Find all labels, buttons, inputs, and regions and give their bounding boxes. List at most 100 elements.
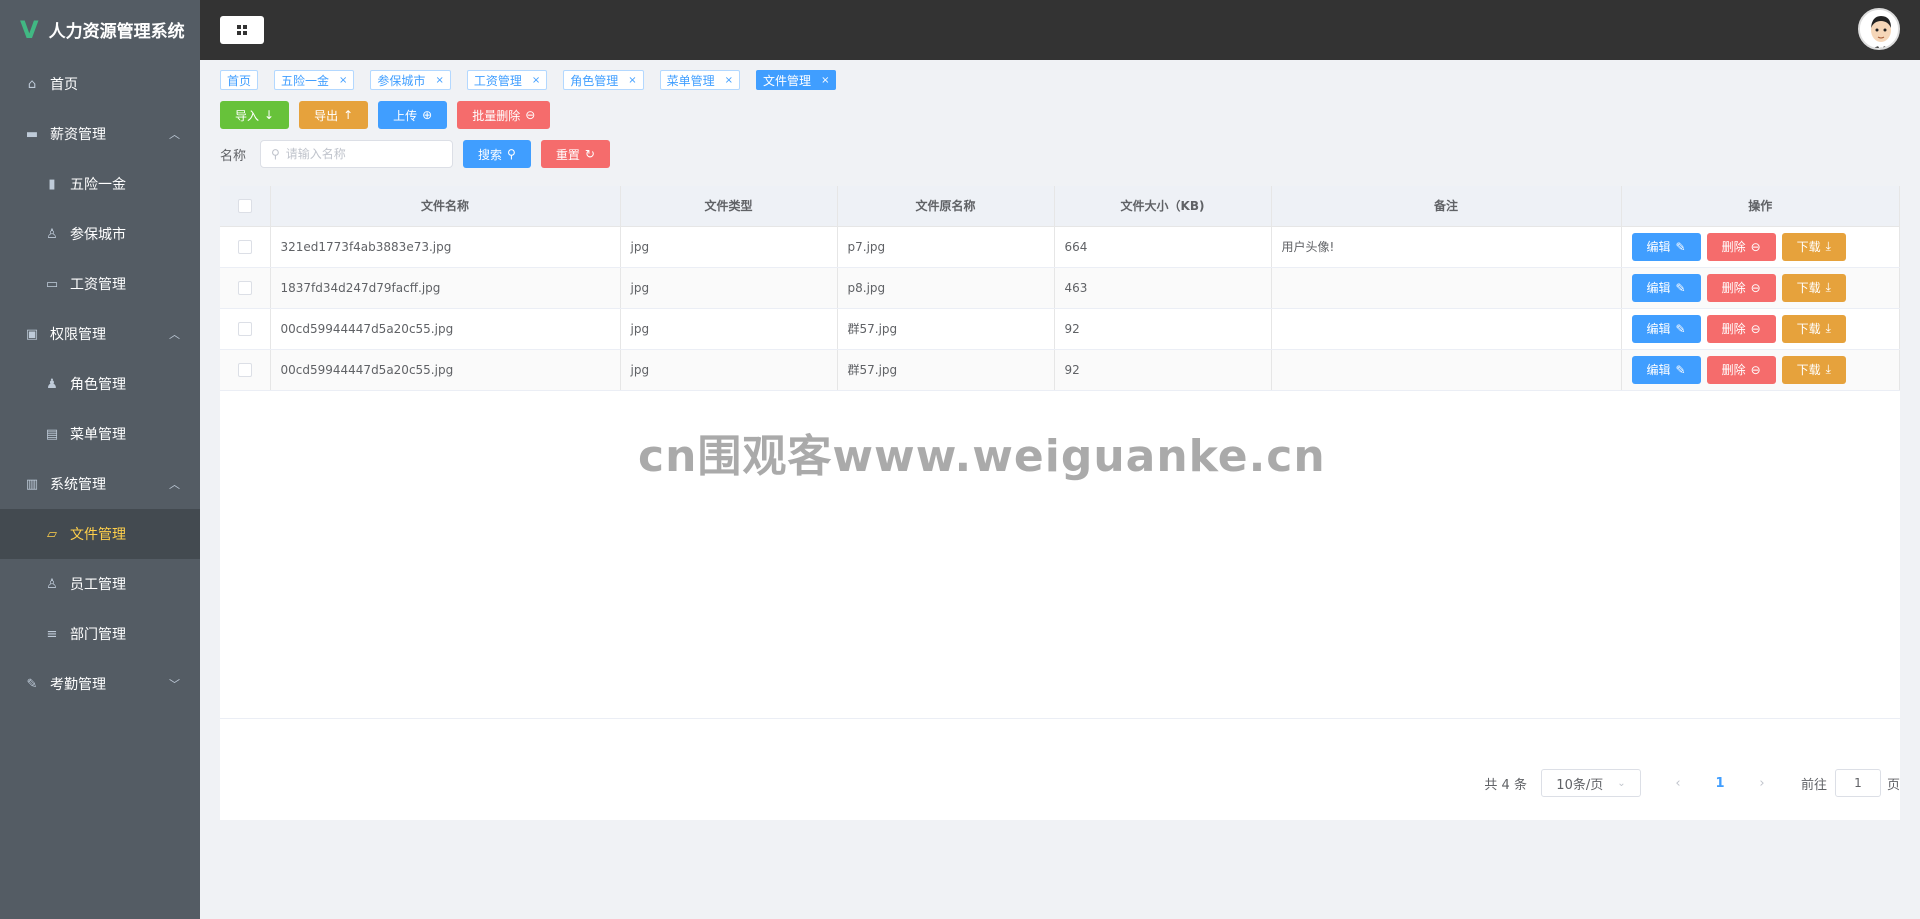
circle-plus-icon: ⊕: [422, 108, 433, 122]
sidebar-item[interactable]: ▱ 文件管理: [0, 509, 200, 559]
column-header: 备注: [1271, 186, 1622, 227]
file-size-cell: 463: [1054, 267, 1272, 309]
file-type-cell: jpg: [620, 308, 838, 350]
sidebar-item-label: 文件管理: [70, 527, 126, 543]
close-icon[interactable]: ×: [532, 75, 540, 86]
column-header: 文件类型: [620, 186, 838, 227]
edit-label: 编辑: [1646, 281, 1671, 295]
delete-label: 删除: [1721, 281, 1746, 295]
delete-button[interactable]: 删除 ⊖: [1706, 314, 1776, 343]
sidebar-item[interactable]: ♙ 员工管理: [0, 559, 200, 609]
pagination: 共 4 条 10条/页 ⌄ ‹ 1 › 前往 页: [1484, 769, 1900, 797]
close-icon[interactable]: ×: [435, 75, 443, 86]
import-button[interactable]: 导入 ↓: [220, 101, 290, 129]
remove-outline-icon: ⊖: [525, 108, 536, 122]
batch-delete-label: 批量删除: [472, 108, 521, 123]
home-icon: ⌂: [27, 76, 37, 92]
delete-button[interactable]: 删除 ⊖: [1706, 355, 1776, 384]
edit-button[interactable]: 编辑 ✎: [1631, 355, 1701, 384]
original-name-cell: 群57.jpg: [837, 308, 1055, 350]
sidebar-item[interactable]: ▤ 菜单管理: [0, 409, 200, 459]
sidebar-item[interactable]: ▮ 五险一金: [0, 159, 200, 209]
wallet-icon: ▬: [25, 126, 39, 142]
close-icon[interactable]: ×: [339, 75, 347, 86]
edit-icon: ✎: [1675, 280, 1686, 295]
close-icon[interactable]: ×: [628, 75, 636, 86]
tag-item[interactable]: 菜单管理 ×: [659, 70, 741, 90]
tag-item[interactable]: 五险一金 ×: [274, 70, 355, 90]
name-search-input[interactable]: [285, 147, 436, 161]
file-size-cell: 92: [1054, 349, 1272, 391]
sidebar-item[interactable]: ▬ 薪资管理 ︿: [0, 109, 200, 159]
row-select-cell[interactable]: [220, 349, 271, 391]
row-select-cell[interactable]: [220, 308, 271, 350]
row-checkbox[interactable]: [237, 321, 252, 336]
sidebar-item-label: 权限管理: [50, 327, 106, 343]
page-size-select[interactable]: 10条/页 ⌄: [1540, 769, 1641, 797]
sidebar-item-label: 工资管理: [70, 277, 126, 293]
page-number[interactable]: 1: [1705, 776, 1735, 791]
main-content: 首页 五险一金 × 参保城市 × 工资管理 × 角色管理 × 菜单管理 × 文件管理 × 导入 ↓ 导出…: [200, 60, 1920, 919]
prev-page-button[interactable]: ‹: [1663, 776, 1693, 791]
download-button[interactable]: 下载 ⤓: [1781, 232, 1846, 261]
row-select-cell[interactable]: [220, 267, 271, 309]
sidebar-item[interactable]: ≡ 部门管理: [0, 609, 200, 659]
edit-label: 编辑: [1646, 240, 1671, 254]
row-checkbox[interactable]: [237, 239, 252, 254]
close-icon[interactable]: ×: [725, 75, 733, 86]
grid-icon: [237, 25, 247, 35]
delete-button[interactable]: 删除 ⊖: [1706, 273, 1776, 302]
tag-item[interactable]: 首页: [220, 70, 259, 90]
delete-button[interactable]: 删除 ⊖: [1706, 232, 1776, 261]
download-button[interactable]: 下载 ⤓: [1781, 273, 1846, 302]
next-page-button[interactable]: ›: [1747, 776, 1777, 791]
table-row: 321ed1773f4ab3883e73.jpg jpg p7.jpg 664 用户头像…: [220, 226, 1900, 268]
export-button[interactable]: 导出 ↑: [299, 101, 369, 129]
tag-item[interactable]: 参保城市 ×: [370, 70, 451, 90]
sidebar-item[interactable]: ✎ 考勤管理 ﹀: [0, 659, 200, 709]
row-checkbox[interactable]: [237, 280, 252, 295]
tag-item[interactable]: 工资管理 ×: [466, 70, 548, 90]
select-all-header[interactable]: [220, 186, 271, 227]
sidebar-item[interactable]: ▣ 权限管理 ︿: [0, 309, 200, 359]
reset-button[interactable]: 重置 ↻: [540, 140, 610, 168]
sidebar-item[interactable]: ♟ 角色管理: [0, 359, 200, 409]
row-select-cell[interactable]: [220, 226, 271, 268]
edit-button[interactable]: 编辑 ✎: [1631, 314, 1701, 343]
actions-cell: 编辑 ✎ 删除 ⊖ 下载 ⤓: [1621, 226, 1900, 268]
table-row: 00cd59944447d5a20c55.jpg jpg 群57.jpg 92 编辑 ✎ 删…: [220, 308, 1900, 350]
actions-cell: 编辑 ✎ 删除 ⊖ 下载 ⤓: [1621, 349, 1900, 391]
goto-page-input[interactable]: [1834, 769, 1881, 797]
chevron-down-icon: ⌄: [1617, 777, 1626, 789]
batch-delete-button[interactable]: 批量删除 ⊖: [457, 101, 551, 129]
edit-button[interactable]: 编辑 ✎: [1631, 273, 1701, 302]
tag-active[interactable]: 文件管理 ×: [756, 70, 837, 90]
edit-button[interactable]: 编辑 ✎: [1631, 232, 1701, 261]
download-button[interactable]: 下载 ⤓: [1781, 314, 1846, 343]
user-avatar[interactable]: [1858, 8, 1900, 50]
tag-label: 首页: [227, 73, 252, 88]
file-type-cell: jpg: [620, 349, 838, 391]
sidebar-item[interactable]: ▭ 工资管理: [0, 259, 200, 309]
download-icon: ⤓: [1825, 239, 1831, 253]
select-all-checkbox[interactable]: [237, 199, 252, 213]
sidebar-item[interactable]: ♙ 参保城市: [0, 209, 200, 259]
top-header: [200, 0, 1920, 60]
sidebar-item-label: 考勤管理: [50, 677, 106, 693]
tag-label: 工资管理: [473, 73, 522, 88]
sidebar-item[interactable]: ▥ 系统管理 ︿: [0, 459, 200, 509]
download-button[interactable]: 下载 ⤓: [1781, 355, 1846, 384]
tag-item[interactable]: 角色管理 ×: [563, 70, 644, 90]
close-icon[interactable]: ×: [821, 75, 829, 86]
name-search-field[interactable]: ⚲: [260, 140, 453, 168]
tags-view: 首页 五险一金 × 参保城市 × 工资管理 × 角色管理 × 菜单管理 × 文件管理 ×: [220, 60, 1900, 100]
file-table-panel: 文件名称 文件类型 文件原名称 文件大小（KB) 备注 操作 321ed1773…: [220, 186, 1900, 820]
sidebar-item[interactable]: ⌂ 首页: [0, 59, 200, 109]
sidebar-item-label: 参保城市: [70, 227, 126, 243]
row-checkbox[interactable]: [237, 362, 252, 377]
collapse-toggle-button[interactable]: [220, 16, 264, 44]
tag-label: 菜单管理: [666, 73, 715, 88]
upload-button[interactable]: 上传 ⊕: [378, 101, 448, 129]
export-label: 导出: [314, 108, 339, 123]
search-button[interactable]: 搜索 ⚲: [463, 140, 531, 168]
